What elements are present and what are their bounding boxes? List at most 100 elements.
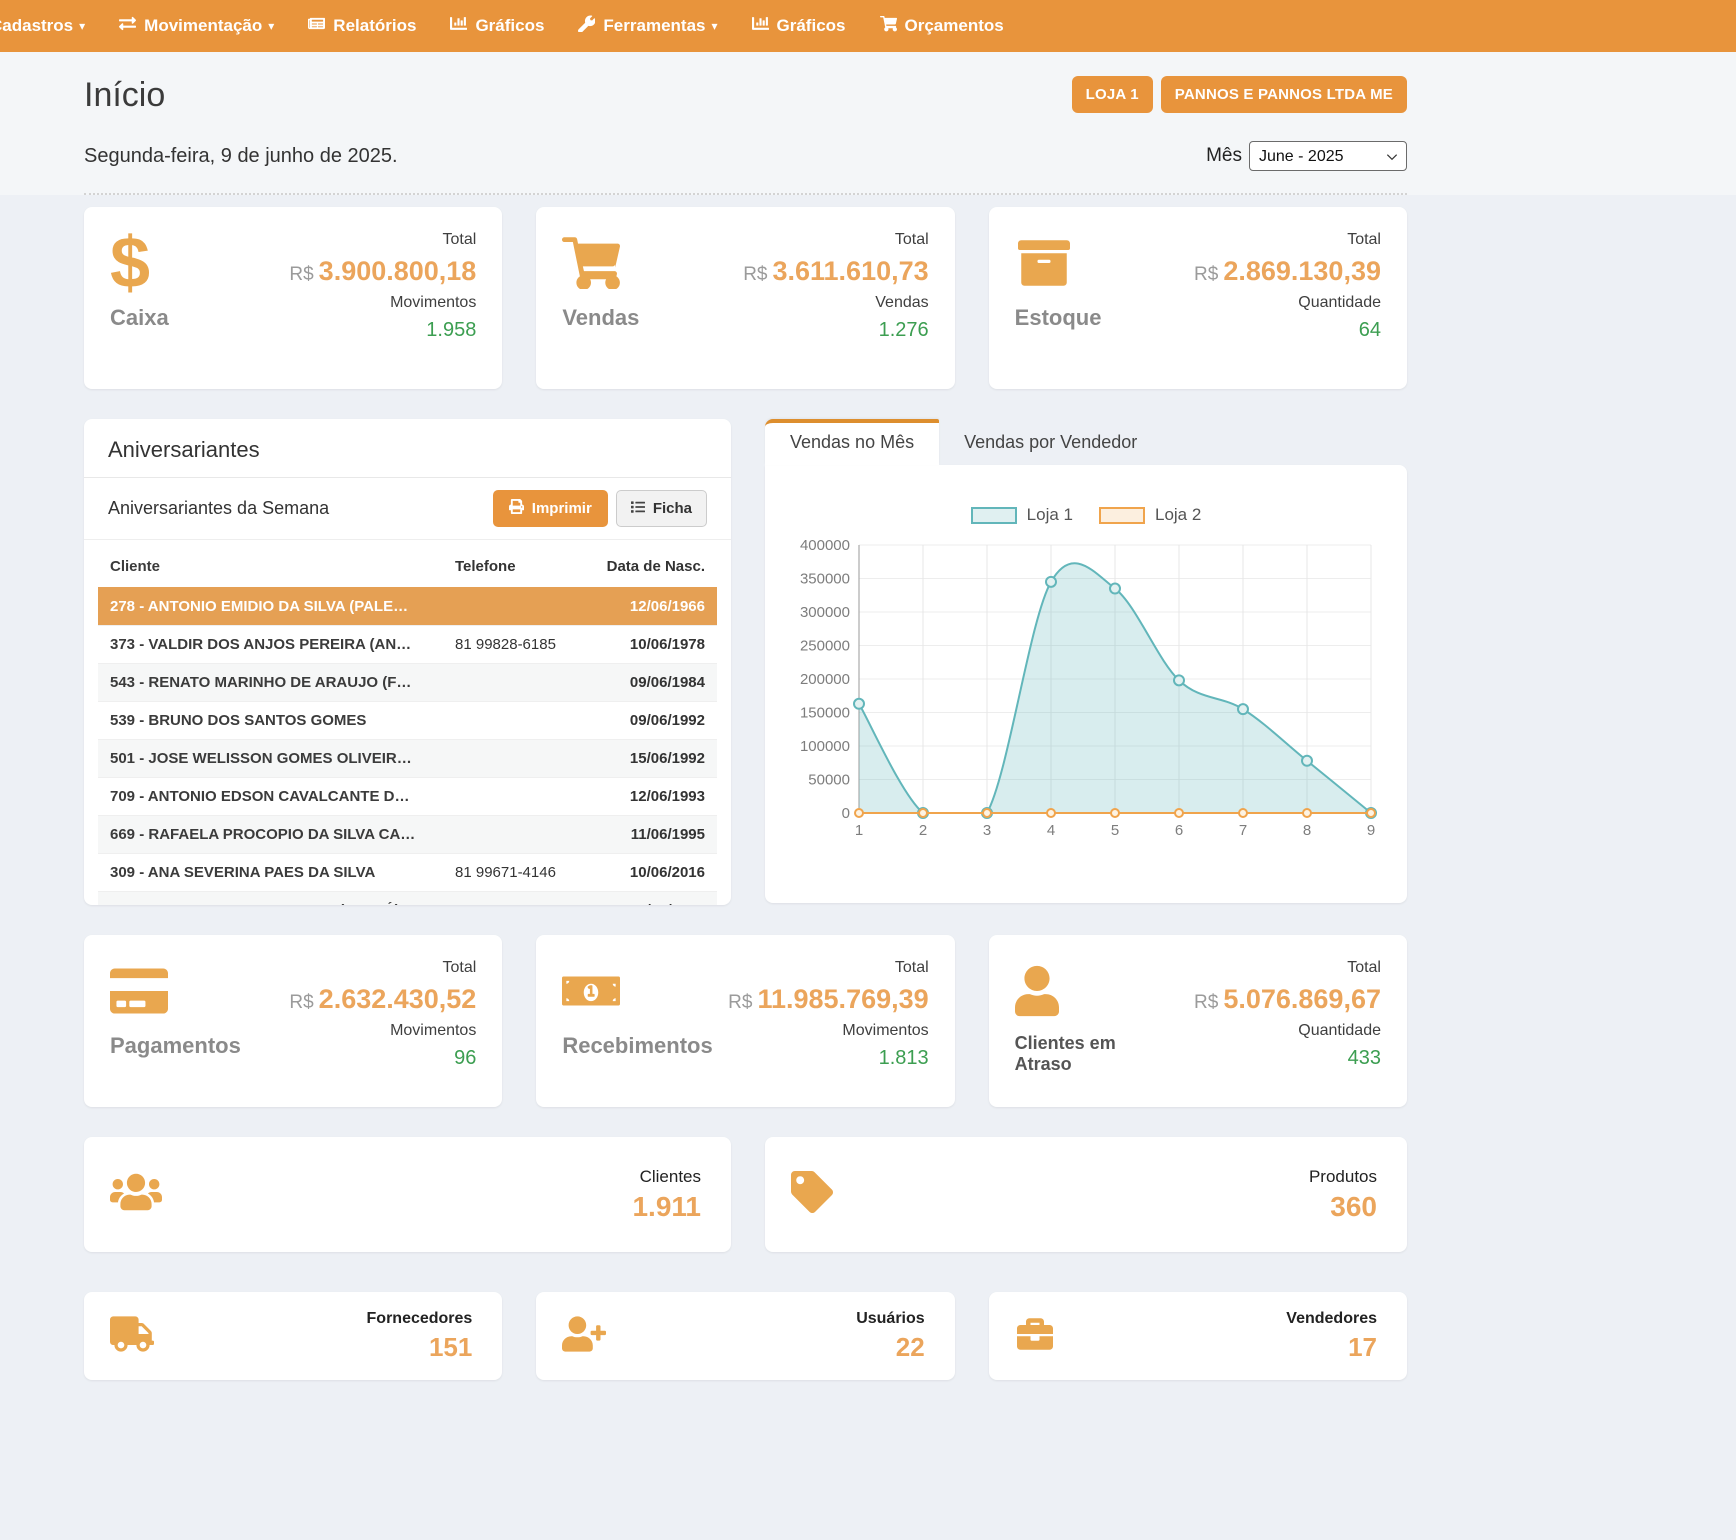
nav-item-ferramentas[interactable]: Ferramentas ▾ xyxy=(561,0,734,52)
legend-label: Loja 2 xyxy=(1155,505,1201,525)
table-header: Cliente Telefone Data de Nasc. xyxy=(98,546,717,587)
estoque-count: 64 xyxy=(1359,319,1381,342)
chevron-down-icon: ▾ xyxy=(79,19,85,33)
ficha-button[interactable]: Ficha xyxy=(616,490,707,527)
clientes-atraso-count: 433 xyxy=(1348,1047,1381,1070)
usuarios-label: Usuários xyxy=(856,1310,924,1328)
cart-icon xyxy=(562,231,639,295)
produtos-card: Produtos 360 xyxy=(765,1137,1407,1252)
count-label: Quantidade xyxy=(1298,1022,1381,1040)
pagamentos-total: R$2.632.430,52 xyxy=(289,984,476,1015)
svg-text:0: 0 xyxy=(842,805,850,822)
total-label: Total xyxy=(895,231,929,249)
tab-vendas-por-vendedor[interactable]: Vendas por Vendedor xyxy=(939,419,1162,465)
recebimentos-count: 1.813 xyxy=(879,1047,929,1070)
svg-text:350000: 350000 xyxy=(800,571,850,588)
total-label: Total xyxy=(443,231,477,249)
vendedores-value: 17 xyxy=(1286,1332,1377,1363)
svg-text:100000: 100000 xyxy=(800,738,850,755)
legend-swatch-loja2 xyxy=(1099,507,1145,524)
table-row[interactable]: 543 - RENATO MARINHO DE ARAUJO (F…09/06/… xyxy=(98,663,717,701)
nav-label: Movimentação xyxy=(144,16,262,36)
bar-chart-icon xyxy=(450,15,467,37)
table-row[interactable]: 309 - ANA SEVERINA PAES DA SILVA81 99671… xyxy=(98,853,717,891)
clientes-label: Clientes xyxy=(632,1167,701,1187)
report-icon xyxy=(308,15,325,37)
sales-chart-panel: Vendas no Mês Vendas por Vendedor Loja 1… xyxy=(765,419,1407,905)
recebimentos-label: Recebimentos xyxy=(562,1033,712,1058)
caixa-count: 1.958 xyxy=(426,319,476,342)
svg-text:50000: 50000 xyxy=(808,772,850,789)
vendas-card: Vendas Total R$3.611.610,73 Vendas 1.276 xyxy=(536,207,954,389)
svg-text:150000: 150000 xyxy=(800,705,850,722)
nav-item-orcamentos[interactable]: Orçamentos xyxy=(863,0,1021,52)
caixa-label: Caixa xyxy=(110,305,169,330)
dollar-icon: $ xyxy=(110,231,150,295)
pagamentos-label: Pagamentos xyxy=(110,1033,241,1058)
svg-text:5: 5 xyxy=(1111,822,1119,839)
nav-item-cadastros[interactable]: Cadastros ▾ xyxy=(0,0,102,52)
table-row[interactable]: 373 - VALDIR DOS ANJOS PEREIRA (AN…81 99… xyxy=(98,625,717,663)
total-label: Total xyxy=(895,959,929,977)
vendas-label: Vendas xyxy=(562,305,639,330)
current-date: Segunda-feira, 9 de junho de 2025. xyxy=(84,145,398,168)
table-row[interactable]: 278 - ANTONIO EMIDIO DA SILVA (PALE…12/0… xyxy=(98,587,717,625)
produtos-label: Produtos xyxy=(1309,1167,1377,1187)
legend-swatch-loja1 xyxy=(971,507,1017,524)
usuarios-card: Usuários 22 xyxy=(536,1292,954,1380)
truck-icon xyxy=(110,1316,154,1357)
store-button[interactable]: LOJA 1 xyxy=(1072,76,1153,113)
table-row[interactable]: 501 - JOSE WELISSON GOMES OLIVEIR…15/06/… xyxy=(98,739,717,777)
vendedores-label: Vendedores xyxy=(1286,1310,1377,1328)
recebimentos-card: Recebimentos Total R$11.985.769,39 Movim… xyxy=(536,935,954,1107)
table-row[interactable]: 669 - RAFAELA PROCOPIO DA SILVA CA…11/06… xyxy=(98,815,717,853)
tab-vendas-no-mes[interactable]: Vendas no Mês xyxy=(765,419,939,465)
top-navbar: Cadastros ▾ Movimentação ▾ Relatórios Gr… xyxy=(0,0,1736,52)
estoque-card: Estoque Total R$2.869.130,39 Quantidade … xyxy=(989,207,1407,389)
clientes-atraso-total: R$5.076.869,67 xyxy=(1194,984,1381,1015)
chevron-down-icon: ▾ xyxy=(711,19,717,33)
vendedores-card: Vendedores 17 xyxy=(989,1292,1407,1380)
clientes-atraso-card: Clientes em Atraso Total R$5.076.869,67 … xyxy=(989,935,1407,1107)
svg-text:8: 8 xyxy=(1303,822,1311,839)
svg-text:9: 9 xyxy=(1367,822,1375,839)
nav-label: Relatórios xyxy=(333,16,416,36)
printer-icon xyxy=(509,499,524,518)
estoque-label: Estoque xyxy=(1015,305,1102,330)
aniversariantes-panel: Aniversariantes Aniversariantes da Seman… xyxy=(84,419,731,905)
table-row[interactable]: 616 - ADRIANO XAVIER DA PAZ (PALAÚ)09/06… xyxy=(98,891,717,905)
nav-item-graficos-2[interactable]: Gráficos xyxy=(735,0,863,52)
count-label: Movimentos xyxy=(390,1022,476,1040)
svg-text:7: 7 xyxy=(1239,822,1247,839)
list-icon xyxy=(631,500,645,518)
total-label: Total xyxy=(1347,231,1381,249)
pagamentos-count: 96 xyxy=(454,1047,476,1070)
company-button[interactable]: PANNOS E PANNOS LTDA ME xyxy=(1161,76,1407,113)
nav-label: Gráficos xyxy=(777,16,846,36)
nav-item-movimentacao[interactable]: Movimentação ▾ xyxy=(102,0,291,52)
vendas-total: R$3.611.610,73 xyxy=(743,256,928,287)
cart-icon xyxy=(880,15,897,37)
fornecedores-value: 151 xyxy=(367,1332,473,1363)
nav-item-graficos-1[interactable]: Gráficos xyxy=(433,0,561,52)
table-row[interactable]: 709 - ANTONIO EDSON CAVALCANTE D…12/06/1… xyxy=(98,777,717,815)
nav-item-relatorios[interactable]: Relatórios xyxy=(291,0,433,52)
credit-card-icon xyxy=(110,959,241,1023)
svg-text:2: 2 xyxy=(919,822,927,839)
page-title: Início xyxy=(84,76,165,115)
nav-label: Cadastros xyxy=(0,16,73,36)
count-label: Quantidade xyxy=(1298,294,1381,312)
nav-label: Orçamentos xyxy=(905,16,1004,36)
clientes-card: Clientes 1.911 xyxy=(84,1137,731,1252)
month-select[interactable]: June - 2025 xyxy=(1249,141,1407,171)
caixa-card: $ Caixa Total R$3.900.800,18 Movimentos … xyxy=(84,207,502,389)
panel-title: Aniversariantes xyxy=(84,419,731,478)
print-button[interactable]: Imprimir xyxy=(493,490,608,527)
month-label: Mês xyxy=(1206,145,1242,167)
produtos-value: 360 xyxy=(1309,1191,1377,1223)
svg-text:200000: 200000 xyxy=(800,671,850,688)
legend-label: Loja 1 xyxy=(1027,505,1073,525)
table-row[interactable]: 539 - BRUNO DOS SANTOS GOMES09/06/1992 xyxy=(98,701,717,739)
nav-label: Ferramentas xyxy=(603,16,705,36)
money-bill-icon xyxy=(562,959,712,1023)
